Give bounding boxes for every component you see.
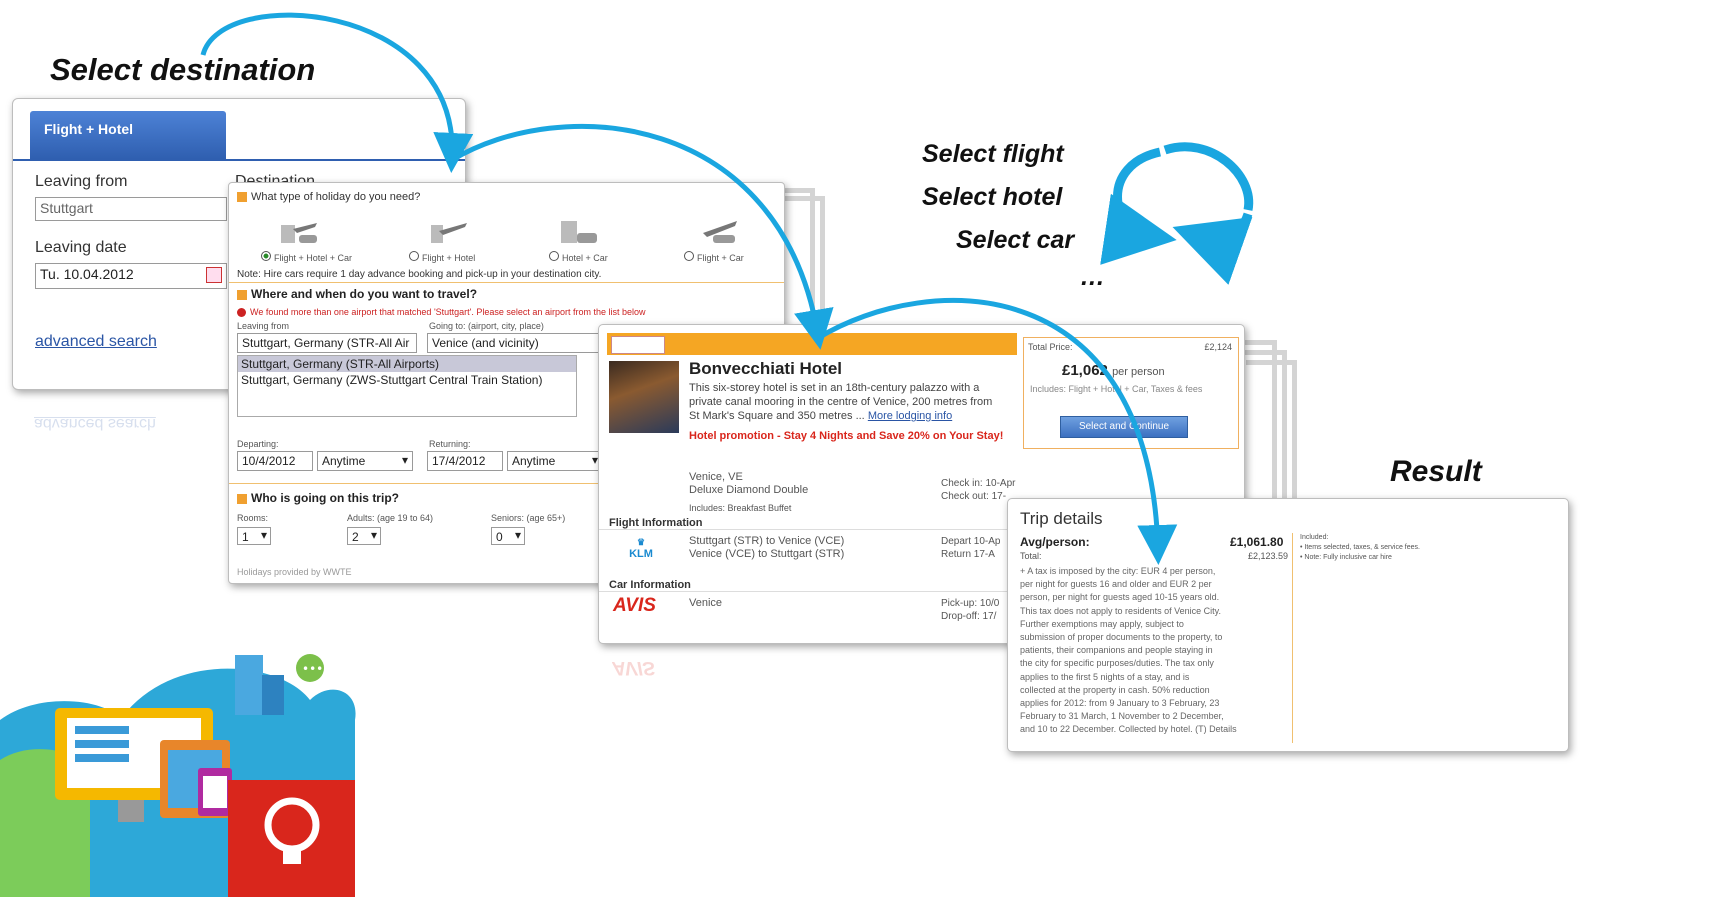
arrow-to-hotel-card	[450, 123, 834, 350]
cycle-icon-bottom	[1172, 212, 1253, 285]
arrow-to-trip-details	[816, 298, 1178, 565]
flow-arrows	[200, 12, 1254, 565]
cycle-icon-top	[1163, 142, 1254, 211]
cycle-icon-left	[1100, 147, 1177, 265]
arrow-to-holiday-card	[200, 12, 474, 173]
